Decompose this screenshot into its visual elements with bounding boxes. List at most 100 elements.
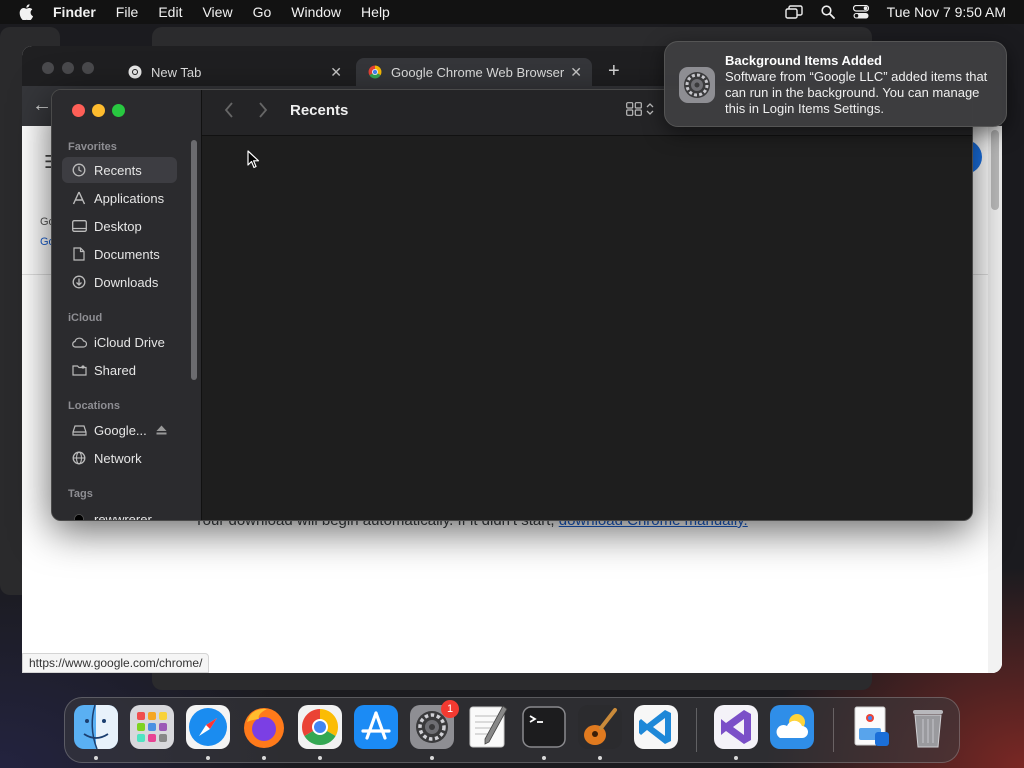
chevron-up-down-icon xyxy=(646,103,654,115)
shared-folder-icon xyxy=(71,362,87,378)
chrome-back-arrow-icon[interactable]: ← xyxy=(32,94,52,117)
sidebar-item-label: Shared xyxy=(94,362,136,378)
view-mode-button[interactable] xyxy=(626,102,654,116)
dock-running-indicator xyxy=(734,756,738,760)
chrome-close-button[interactable] xyxy=(42,62,54,74)
menu-go[interactable]: Go xyxy=(253,4,272,20)
dock-running-indicator xyxy=(318,756,322,760)
trash-icon[interactable] xyxy=(905,704,951,750)
sidebar-item-label: Desktop xyxy=(94,218,142,234)
dock-running-indicator xyxy=(542,756,546,760)
sidebar-item-tag[interactable]: rewwrerer xyxy=(62,506,177,521)
sidebar-item-label: rewwrerer xyxy=(94,511,152,521)
network-icon xyxy=(71,450,87,466)
drive-icon xyxy=(71,422,87,438)
chrome-tab-google-chrome[interactable]: Google Chrome Web Browser ✕ xyxy=(356,58,592,86)
sidebar-item-desktop[interactable]: Desktop xyxy=(62,213,177,239)
menu-view[interactable]: View xyxy=(202,4,232,20)
menu-help[interactable]: Help xyxy=(361,4,390,20)
chrome-tab-new-tab[interactable]: New Tab ✕ xyxy=(116,58,352,86)
system-settings-icon[interactable]: 1 xyxy=(409,700,459,750)
sidebar-item-label: Recents xyxy=(94,162,142,178)
terminal-icon[interactable] xyxy=(521,704,567,750)
chrome-scrollbar-thumb[interactable] xyxy=(991,130,999,210)
chrome-minimize-button[interactable] xyxy=(62,62,74,74)
control-center-icon[interactable] xyxy=(852,5,869,19)
sidebar-item-google-drive[interactable]: Google... xyxy=(62,417,177,443)
menu-file[interactable]: File xyxy=(116,4,139,20)
apple-icon[interactable] xyxy=(19,4,33,20)
cloud-icon xyxy=(71,334,87,350)
window-title: Recents xyxy=(290,102,349,119)
sidebar-item-documents[interactable]: Documents xyxy=(62,241,177,267)
visual-studio-icon[interactable] xyxy=(713,704,759,750)
system-settings-gear-icon xyxy=(679,67,715,103)
menu-window[interactable]: Window xyxy=(291,4,341,20)
document-icon xyxy=(71,246,87,262)
chrome-tab-label: New Tab xyxy=(151,64,202,80)
sidebar-header-icloud: iCloud xyxy=(68,312,103,324)
downloads-icon xyxy=(71,274,87,290)
sidebar-item-applications[interactable]: Applications xyxy=(62,185,177,211)
sidebar-item-shared[interactable]: Shared xyxy=(62,357,177,383)
notification-banner[interactable]: Background Items Added Software from “Go… xyxy=(664,41,1007,127)
menu-edit[interactable]: Edit xyxy=(158,4,182,20)
notification-title: Background Items Added xyxy=(725,53,882,68)
sidebar-header-favorites: Favorites xyxy=(68,141,117,153)
chrome-tab-label: Google Chrome Web Browser xyxy=(391,64,565,80)
eject-icon[interactable] xyxy=(156,423,167,438)
chrome-icon xyxy=(128,65,142,79)
launchpad-icon[interactable] xyxy=(129,704,175,750)
screen-mirroring-icon[interactable] xyxy=(784,5,803,19)
vscode-icon[interactable] xyxy=(633,704,679,750)
sidebar-item-network[interactable]: Network xyxy=(62,445,177,471)
dock-separator xyxy=(696,708,697,752)
sidebar-item-label: Google... xyxy=(94,422,147,438)
menu-clock[interactable]: Tue Nov 7 9:50 AM xyxy=(887,4,1006,20)
finder-sidebar: Favorites Recents Applications Desktop D… xyxy=(52,90,202,521)
chrome-app-icon[interactable] xyxy=(297,704,343,750)
sidebar-item-label: Documents xyxy=(94,246,160,262)
dock: 1 xyxy=(64,697,960,763)
dock-running-indicator xyxy=(598,756,602,760)
menu-bar: Finder File Edit View Go Window Help Tue… xyxy=(0,0,1024,24)
sidebar-item-label: iCloud Drive xyxy=(94,334,165,350)
sidebar-item-recents[interactable]: Recents xyxy=(62,157,177,183)
clock-icon xyxy=(71,162,87,178)
back-chevron-icon[interactable] xyxy=(224,102,234,123)
textedit-icon[interactable] xyxy=(465,704,511,750)
sidebar-scrollbar[interactable] xyxy=(191,140,197,380)
weather-icon[interactable] xyxy=(769,704,815,750)
finder-content-area[interactable] xyxy=(202,136,972,520)
finder-icon[interactable] xyxy=(73,704,119,750)
dock-running-indicator xyxy=(262,756,266,760)
notification-badge: 1 xyxy=(441,700,459,718)
chrome-zoom-button[interactable] xyxy=(82,62,94,74)
dock-running-indicator xyxy=(430,756,434,760)
status-bar-url: https://www.google.com/chrome/ xyxy=(22,653,210,673)
dock-separator xyxy=(833,708,834,752)
sidebar-header-locations: Locations xyxy=(68,400,120,412)
notification-body: Software from “Google LLC” added items t… xyxy=(725,69,988,116)
garageband-icon[interactable] xyxy=(577,704,623,750)
tag-color-dot-icon xyxy=(71,511,87,520)
minimize-button[interactable] xyxy=(92,104,105,117)
new-tab-button[interactable]: + xyxy=(608,60,620,83)
dock-running-indicator xyxy=(94,756,98,760)
preview-document-icon[interactable] xyxy=(849,704,895,750)
forward-chevron-icon[interactable] xyxy=(258,102,268,123)
finder-window: Favorites Recents Applications Desktop D… xyxy=(51,89,973,521)
app-store-icon[interactable] xyxy=(353,704,399,750)
menu-app-name[interactable]: Finder xyxy=(53,4,96,20)
close-tab-icon[interactable]: ✕ xyxy=(570,64,582,81)
firefox-icon[interactable] xyxy=(241,704,287,750)
spotlight-search-icon[interactable] xyxy=(821,5,835,19)
close-button[interactable] xyxy=(72,104,85,117)
zoom-button[interactable] xyxy=(112,104,125,117)
sidebar-item-label: Downloads xyxy=(94,274,159,290)
close-tab-icon[interactable]: ✕ xyxy=(330,64,342,81)
sidebar-item-icloud-drive[interactable]: iCloud Drive xyxy=(62,329,177,355)
safari-icon[interactable] xyxy=(185,704,231,750)
sidebar-header-tags: Tags xyxy=(68,488,93,500)
sidebar-item-downloads[interactable]: Downloads xyxy=(62,269,177,295)
